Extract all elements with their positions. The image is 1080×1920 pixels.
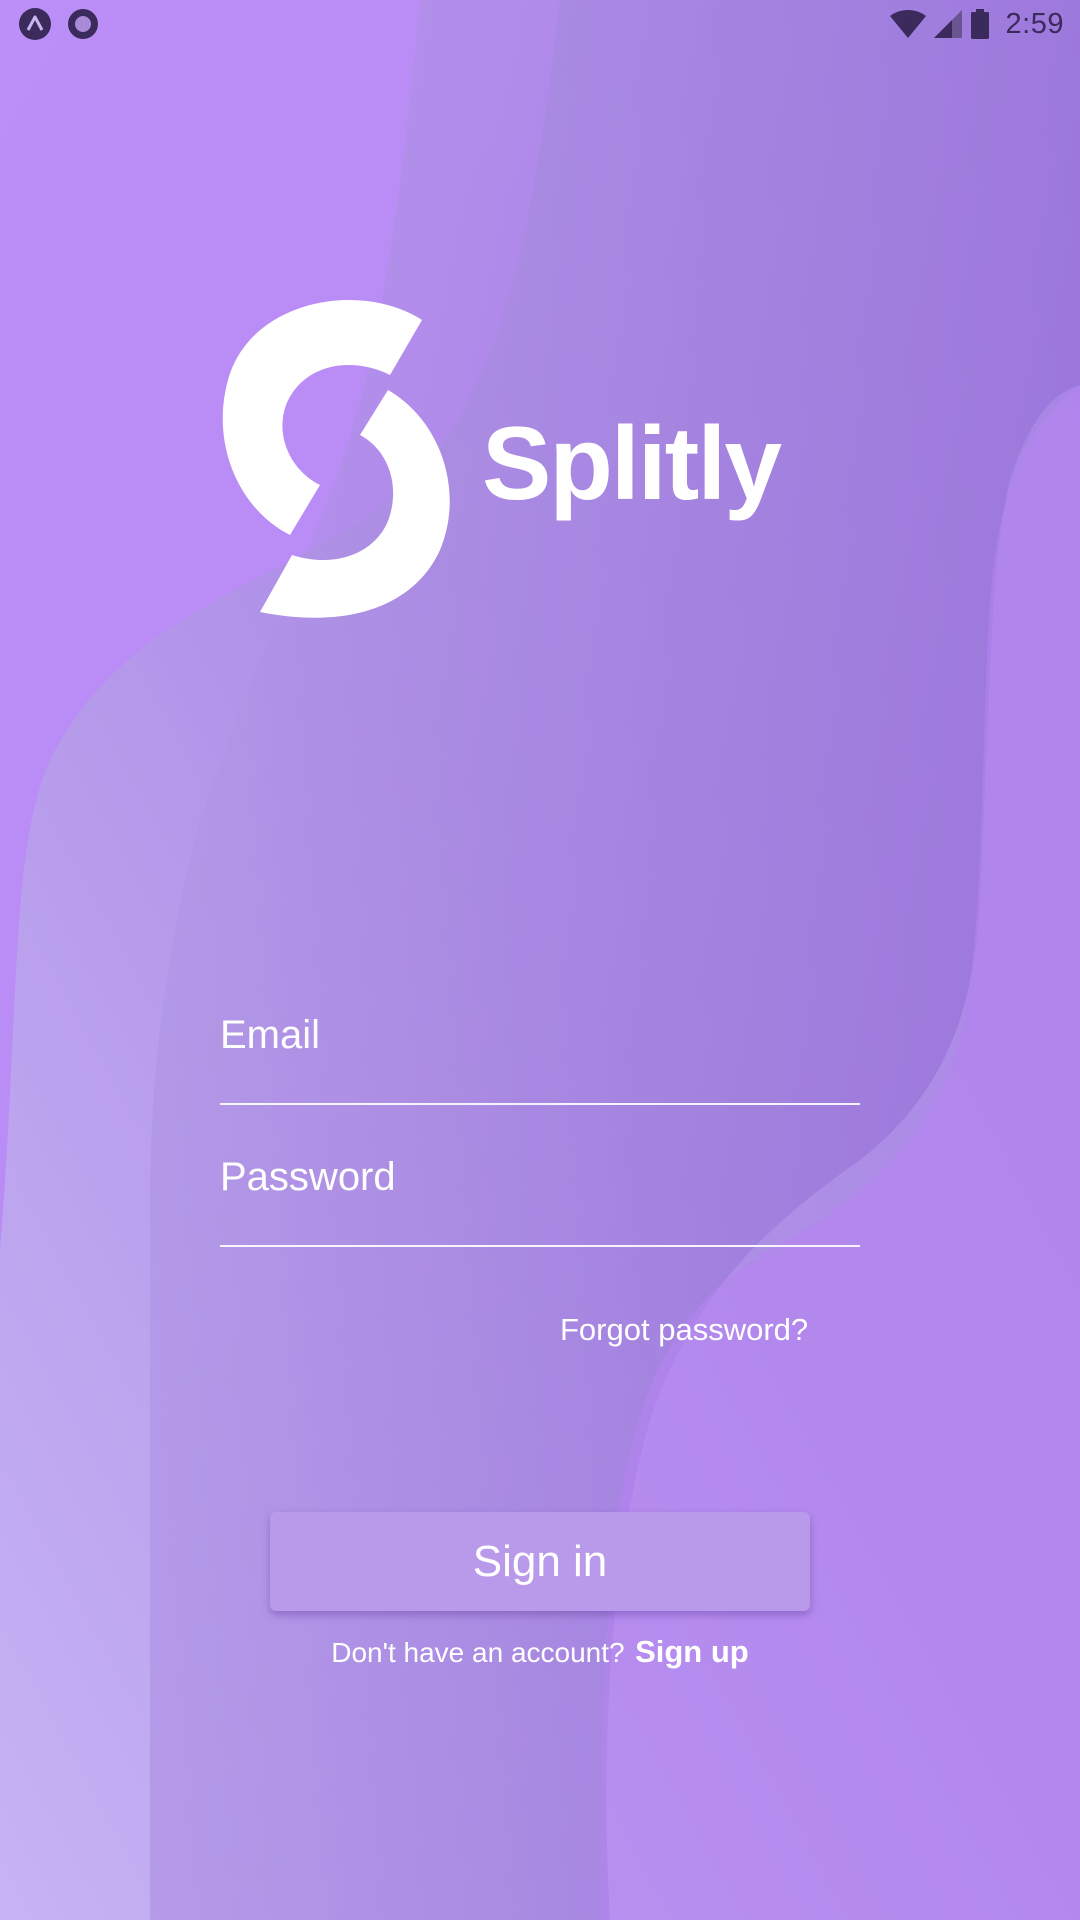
wifi-icon — [889, 10, 926, 38]
signup-prompt: Don't have an account? — [331, 1637, 625, 1668]
background-waves — [0, 0, 1080, 1920]
battery-icon — [970, 9, 989, 39]
login-screen: 2:59 Splitly Forgot password? Sign in Do… — [0, 0, 1080, 1920]
status-time: 2:59 — [1005, 7, 1064, 40]
email-field[interactable] — [220, 1005, 860, 1105]
signup-row: Don't have an account? Sign up — [0, 1634, 1080, 1670]
status-right-group: 2:59 — [889, 6, 1064, 42]
sign-in-button[interactable]: Sign in — [270, 1512, 810, 1611]
splitly-logo: Splitly — [220, 300, 800, 630]
forgot-password-link[interactable]: Forgot password? — [560, 1312, 808, 1348]
password-input[interactable] — [220, 1147, 860, 1207]
record-icon — [68, 9, 98, 39]
status-bar: 2:59 — [0, 0, 1080, 48]
sign-up-link[interactable]: Sign up — [635, 1634, 749, 1669]
splitly-logo-icon — [222, 300, 450, 618]
expo-icon — [19, 8, 51, 40]
email-input[interactable] — [220, 1005, 860, 1065]
cellular-signal-icon — [933, 10, 962, 38]
splitly-logo-text: Splitly — [482, 406, 782, 522]
password-field[interactable] — [220, 1147, 860, 1247]
